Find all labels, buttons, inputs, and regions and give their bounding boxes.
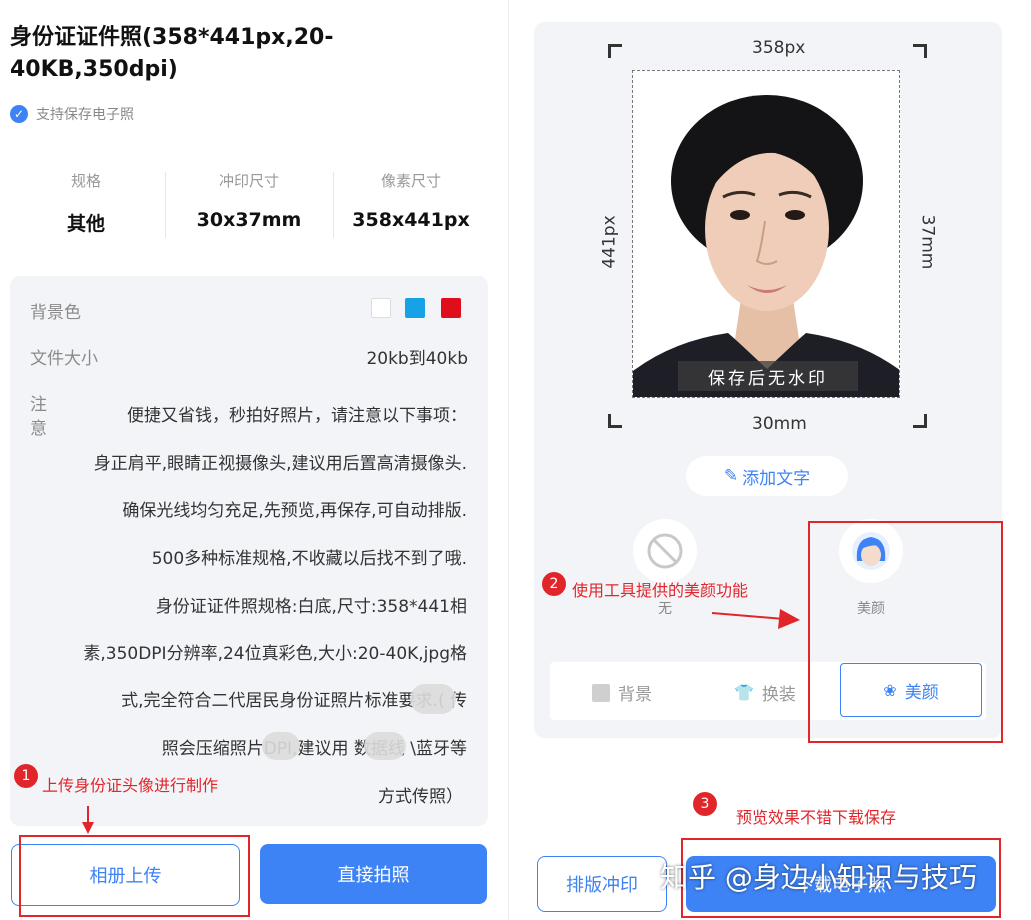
bg-color-label: 背景色 (30, 303, 81, 323)
note-line: 素,350DPI分辨率,24位真彩色,大小:20-40K,jpg格 (83, 644, 467, 664)
tab-label: 换装 (761, 685, 796, 705)
note-line: 身正肩平,眼睛正视摄像头,建议用后置高清摄像头. (93, 454, 467, 474)
portrait-image (633, 71, 899, 397)
note-line: 便捷又省钱，秒拍好照片，请注意以下事项： (127, 406, 467, 426)
note-line: 方式传照） (378, 787, 463, 807)
annotation-number: 2 (542, 572, 566, 596)
spec-label: 冲印尺寸 (218, 172, 279, 190)
print-layout-button[interactable]: 排版冲印 (537, 856, 667, 912)
id-photo-preview (632, 70, 900, 398)
file-size-label: 文件大小 (30, 349, 98, 369)
annotation-box (19, 835, 250, 917)
annotation-arrow (712, 609, 800, 629)
check-circle-icon: ✓ (10, 105, 28, 123)
verified-row: ✓ 支持保存电子照 (10, 104, 134, 124)
spec-value: 其他 (66, 213, 105, 235)
crop-corner (913, 414, 927, 428)
note-line: 确保光线均匀充足,先预览,再保存,可自动排版. (122, 501, 467, 521)
crop-corner (913, 44, 927, 58)
site-watermark: 知乎 @身边小知识与技巧 (660, 861, 977, 894)
tab-background[interactable]: 背景 (592, 680, 652, 705)
height-px-label: 441px (599, 215, 620, 269)
spec-print-size: 冲印尺寸 30x37mm (169, 170, 329, 231)
spec-type: 规格 其他 (6, 170, 166, 236)
tab-label: 背景 (618, 685, 652, 705)
shirt-icon: 👕 (734, 683, 754, 702)
spec-value: 358x441px (352, 209, 470, 231)
tab-outfit[interactable]: 👕 换装 (734, 680, 796, 705)
note-line: 照会压缩照片DPI,建议用 数据线 \蓝牙等 (161, 739, 467, 759)
note-label: 注 (30, 395, 47, 415)
panel-divider (508, 0, 509, 920)
background-icon (592, 683, 610, 702)
annotation-text: 上传身份证头像进行制作 (42, 776, 219, 795)
take-photo-button[interactable]: 直接拍照 (260, 844, 487, 904)
width-mm-label: 30mm (752, 414, 807, 434)
spec-label: 规格 (70, 172, 101, 190)
note-line: 500多种标准规格,不收藏以后找不到了哦. (151, 549, 467, 569)
page-title: 身份证证件照(358*441px,20-40KB,350dpi) (10, 25, 334, 82)
annotation-arrow (82, 806, 94, 834)
annotation-text: 预览效果不错下载保存 (736, 808, 897, 827)
spec-label: 像素尺寸 (380, 172, 441, 190)
add-text-button[interactable]: ✎ 添加文字 (686, 456, 848, 496)
spec-pixel-size: 像素尺寸 358x441px (331, 170, 491, 231)
annotation-number: 3 (693, 792, 717, 816)
annotation-text: 使用工具提供的美颜功能 (572, 581, 749, 600)
file-size-value: 20kb到40kb (366, 349, 468, 369)
spec-divider (165, 172, 166, 238)
crop-corner (608, 44, 622, 58)
redaction-blur (410, 684, 456, 714)
option-none-label: 无 (658, 601, 672, 617)
add-text-label: 添加文字 (742, 468, 811, 489)
ban-icon (647, 533, 683, 569)
annotation-box (808, 521, 1003, 743)
bg-swatch-red[interactable] (441, 298, 461, 318)
width-px-label: 358px (752, 38, 806, 58)
redaction-blur (364, 732, 406, 760)
crop-corner (608, 414, 622, 428)
bg-swatch-blue[interactable] (405, 298, 425, 318)
annotation-number: 1 (14, 764, 38, 788)
spec-value: 30x37mm (196, 209, 302, 231)
note-line: 身份证证件照规格:白底,尺寸:358*441相 (155, 597, 467, 617)
pencil-icon: ✎ (723, 466, 739, 486)
option-none[interactable] (633, 519, 697, 583)
watermark-label: 保存后无水印 (678, 361, 858, 391)
height-mm-label: 37mm (917, 214, 938, 270)
note-label: 意 (30, 419, 47, 439)
verified-text: 支持保存电子照 (36, 107, 134, 123)
bg-swatch-white[interactable] (371, 298, 391, 318)
redaction-blur (262, 732, 300, 760)
